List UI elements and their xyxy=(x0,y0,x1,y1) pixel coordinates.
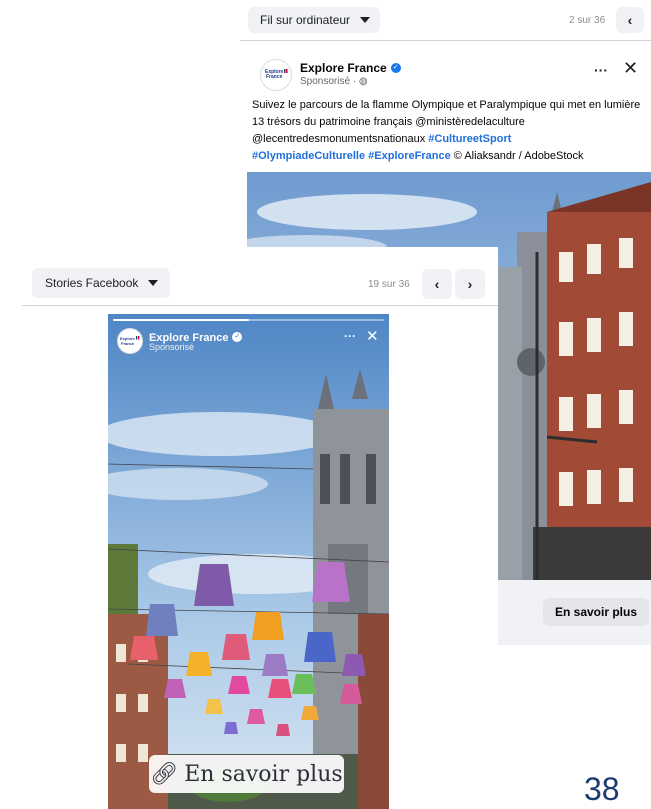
story-frame: Explore France Explore France ✓ Sponsoris… xyxy=(108,314,389,809)
photo-credit: © Aliaksandr / AdobeStock xyxy=(450,150,584,162)
page-name[interactable]: Explore France xyxy=(300,61,387,75)
chevron-left-icon: ‹ xyxy=(434,276,440,292)
verified-badge-icon: ✓ xyxy=(232,331,243,342)
preview-counter: 2 sur 36 xyxy=(569,15,606,26)
chevron-right-icon: › xyxy=(467,276,473,292)
sponsored-label: Sponsorisé · ◍ xyxy=(300,76,368,87)
verified-badge-icon: ✓ xyxy=(390,62,401,73)
learn-more-label: En savoir plus xyxy=(184,761,343,787)
placement-dropdown[interactable]: Stories Facebook xyxy=(32,268,171,298)
explore-france-logo: Explore France xyxy=(265,69,288,80)
more-options-icon[interactable]: ··· xyxy=(594,62,608,78)
previous-button[interactable]: ‹ xyxy=(422,269,452,299)
chevron-left-icon: ‹ xyxy=(627,12,633,28)
stories-toolbar: Stories Facebook 19 sur 36 ‹ › xyxy=(22,247,498,306)
learn-more-button[interactable]: 🔗︎ En savoir plus xyxy=(149,755,344,793)
caret-down-icon xyxy=(148,280,159,286)
sponsored-label: Sponsorisé xyxy=(149,342,195,352)
post-header: Explore France ✓ xyxy=(300,59,401,77)
next-button[interactable]: › xyxy=(455,269,485,299)
story-progress-bar xyxy=(113,319,384,321)
link-icon: 🔗︎ xyxy=(150,761,179,787)
page-avatar: Explore France xyxy=(117,328,143,354)
sponsored-text: Sponsorisé · xyxy=(300,76,359,87)
placement-dropdown[interactable]: Fil sur ordinateur xyxy=(248,7,381,33)
close-icon[interactable]: ✕ xyxy=(366,327,379,345)
learn-more-button[interactable]: En savoir plus xyxy=(543,598,649,626)
hashtag-link[interactable]: #OlympiadeCulturelle xyxy=(252,150,365,162)
svg-text:France: France xyxy=(266,74,283,80)
story-progress-fill xyxy=(113,319,249,321)
feed-toolbar: Fil sur ordinateur 2 sur 36 ‹ xyxy=(240,0,651,41)
caret-down-icon xyxy=(360,17,371,23)
globe-icon: ◍ xyxy=(358,76,368,87)
placement-dropdown-label: Stories Facebook xyxy=(45,276,139,290)
story-image xyxy=(108,314,389,809)
preview-counter: 19 sur 36 xyxy=(368,279,410,290)
svg-text:France: France xyxy=(121,341,135,346)
placement-dropdown-label: Fil sur ordinateur xyxy=(260,13,351,27)
hashtag-link[interactable]: #CultureetSport xyxy=(428,133,511,145)
previous-button[interactable]: ‹ xyxy=(616,7,644,33)
explore-france-logo: Explore France xyxy=(120,336,140,346)
stories-preview: Stories Facebook 19 sur 36 ‹ › Explore F… xyxy=(22,247,498,809)
post-message: Suivez le parcours de la flamme Olympiqu… xyxy=(252,97,648,165)
page-number: 38 xyxy=(584,771,620,807)
more-options-icon[interactable]: ··· xyxy=(344,329,356,343)
close-icon[interactable]: ✕ xyxy=(623,58,638,79)
brand-logo: Explore France xyxy=(264,67,288,83)
hashtag-link[interactable]: #ExploreFrance xyxy=(368,150,451,162)
page-avatar: Explore France xyxy=(260,59,292,91)
